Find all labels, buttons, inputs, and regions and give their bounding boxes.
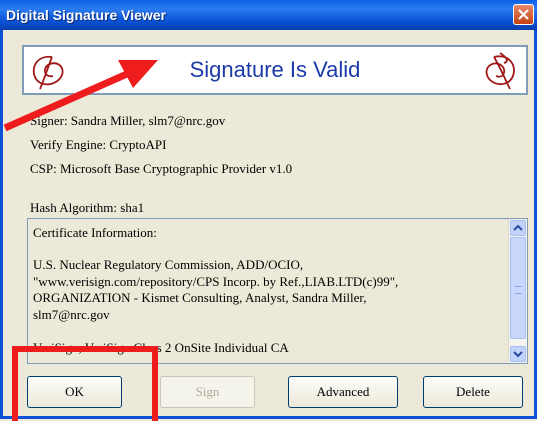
red-arrow-annotation <box>3 60 158 132</box>
